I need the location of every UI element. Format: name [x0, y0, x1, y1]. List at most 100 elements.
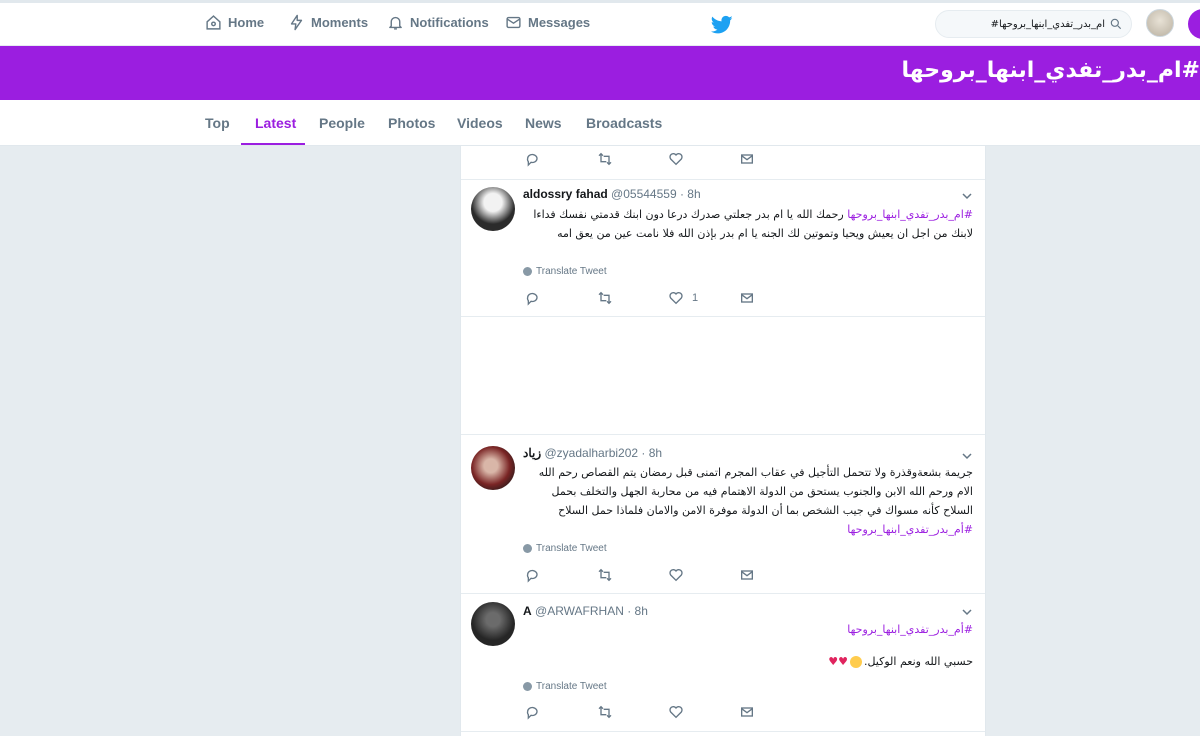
- banner-title: #ام_بدر_تفدي_ابنها_بروحها: [901, 58, 1200, 83]
- nav-moments[interactable]: Moments: [288, 14, 368, 31]
- nav-home[interactable]: Home: [205, 14, 264, 31]
- tweet-header: aldossry fahad @05544559 · 8h: [523, 187, 701, 201]
- chevron-down-icon[interactable]: [961, 606, 973, 618]
- tab-people[interactable]: People: [319, 115, 365, 131]
- retweet-button[interactable]: [597, 151, 613, 167]
- author-handle[interactable]: @zyadalharbi202: [544, 446, 638, 460]
- message-button[interactable]: [739, 704, 755, 720]
- tweet-header: زياد @zyadalharbi202 · 8h: [523, 446, 662, 460]
- reply-button[interactable]: [525, 290, 541, 306]
- message-button[interactable]: [739, 567, 755, 583]
- bell-icon: [389, 16, 402, 30]
- author-handle[interactable]: @ARWAFRHAN: [535, 604, 624, 618]
- reply-icon: [526, 569, 538, 583]
- tweet-stream: aldossry fahad @05544559 · 8h #ام_بدر_تف…: [460, 146, 986, 736]
- translate-label: Translate Tweet: [536, 266, 607, 277]
- avatar[interactable]: [471, 187, 515, 231]
- tab-latest[interactable]: Latest: [255, 115, 296, 131]
- tab-videos[interactable]: Videos: [457, 115, 503, 131]
- heart-icon: [669, 153, 683, 166]
- tab-news[interactable]: News: [525, 115, 562, 131]
- heart-icon: [669, 292, 683, 305]
- search-input[interactable]: [955, 18, 1105, 30]
- translate-tweet[interactable]: Translate Tweet: [523, 681, 607, 692]
- retweet-icon: [598, 568, 612, 582]
- reply-icon: [526, 153, 538, 167]
- tweet-text: #ام_بدر_تفدي_ابنها_بروحها رحمك الله يا ا…: [523, 205, 973, 243]
- reply-button[interactable]: [525, 567, 541, 583]
- search-icon[interactable]: [1109, 17, 1123, 31]
- chevron-down-icon[interactable]: [961, 450, 973, 462]
- crying-face-icon: [849, 655, 862, 668]
- nav-notifications-label: Notifications: [410, 15, 489, 30]
- retweet-button[interactable]: [597, 567, 613, 583]
- profile-avatar[interactable]: [1146, 9, 1174, 37]
- chevron-down-icon[interactable]: [961, 190, 973, 202]
- tweet-time[interactable]: · 8h: [680, 187, 701, 201]
- translate-label: Translate Tweet: [536, 543, 607, 554]
- translate-tweet[interactable]: Translate Tweet: [523, 266, 607, 277]
- divider: [461, 731, 985, 732]
- retweet-icon: [598, 291, 612, 305]
- tweet-body-line: حسبي الله ونعم الوكيل. ♥♥: [828, 655, 973, 668]
- nav-notifications[interactable]: Notifications: [387, 14, 489, 31]
- search-tabs: Top Latest People Photos Videos News Bro…: [0, 100, 1200, 146]
- like-button[interactable]: [668, 704, 684, 720]
- heart-icon: [669, 706, 683, 719]
- globe-icon: [523, 544, 532, 553]
- broken-heart-icon: ♥♥: [828, 655, 848, 668]
- globe-icon: [523, 682, 532, 691]
- retweet-button[interactable]: [597, 290, 613, 306]
- envelope-icon: [741, 707, 753, 717]
- tweet-time[interactable]: · 8h: [641, 446, 662, 460]
- search-box[interactable]: [935, 10, 1132, 38]
- hashtag-link[interactable]: #أم_بدر_تفدي_ابنها_بروحها: [847, 623, 973, 636]
- envelope-icon: [741, 570, 753, 580]
- message-button[interactable]: [739, 290, 755, 306]
- avatar[interactable]: [471, 446, 515, 490]
- like-button[interactable]: [668, 567, 684, 583]
- message-button[interactable]: [739, 151, 755, 167]
- twitter-bird-icon[interactable]: [711, 15, 733, 35]
- reply-icon: [526, 706, 538, 720]
- nav-moments-label: Moments: [311, 15, 369, 30]
- translate-tweet[interactable]: Translate Tweet: [523, 543, 607, 554]
- avatar[interactable]: [471, 602, 515, 646]
- like-count: 1: [692, 292, 699, 304]
- top-navigation: Home Moments Notifications Messages: [0, 0, 1200, 46]
- lightning-icon: [290, 14, 303, 31]
- reply-button[interactable]: [525, 704, 541, 720]
- nav-messages[interactable]: Messages: [505, 14, 590, 31]
- tab-top[interactable]: Top: [205, 115, 230, 131]
- tweet-button[interactable]: [1188, 9, 1200, 39]
- tweet-body: حسبي الله ونعم الوكيل.: [863, 655, 973, 668]
- search-banner: #ام_بدر_تفدي_ابنها_بروحها: [0, 46, 1200, 100]
- reply-icon: [526, 292, 538, 306]
- active-tab-indicator: [241, 143, 305, 145]
- author-handle[interactable]: @05544559: [611, 187, 677, 201]
- hashtag-link[interactable]: #أم_بدر_تفدي_ابنها_بروحها: [847, 523, 973, 536]
- retweet-button[interactable]: [597, 704, 613, 720]
- retweet-icon: [598, 705, 612, 719]
- divider: [461, 593, 985, 594]
- hashtag-link[interactable]: #ام_بدر_تفدي_ابنها_بروحها: [847, 208, 973, 221]
- like-button[interactable]: [668, 151, 684, 167]
- author-name[interactable]: A: [523, 604, 532, 618]
- nav-home-label: Home: [228, 15, 265, 30]
- envelope-icon: [506, 16, 521, 29]
- author-name[interactable]: aldossry fahad: [523, 187, 608, 201]
- tweet-text: #أم_بدر_تفدي_ابنها_بروحها: [523, 620, 973, 639]
- heart-icon: [669, 569, 683, 582]
- nav-messages-label: Messages: [528, 15, 591, 30]
- reply-button[interactable]: [525, 151, 541, 167]
- divider: [461, 316, 985, 317]
- tweet-header: A @ARWAFRHAN · 8h: [523, 604, 648, 618]
- tab-photos[interactable]: Photos: [388, 115, 435, 131]
- like-button[interactable]: 1: [668, 290, 698, 306]
- retweet-icon: [598, 152, 612, 166]
- tweet-time[interactable]: · 8h: [627, 604, 648, 618]
- envelope-icon: [741, 293, 753, 303]
- tweet-text: جريمة بشعةوقذرة ولا تتحمل التأجيل في عقا…: [523, 463, 973, 539]
- tab-broadcasts[interactable]: Broadcasts: [586, 115, 662, 131]
- author-name[interactable]: زياد: [523, 446, 541, 460]
